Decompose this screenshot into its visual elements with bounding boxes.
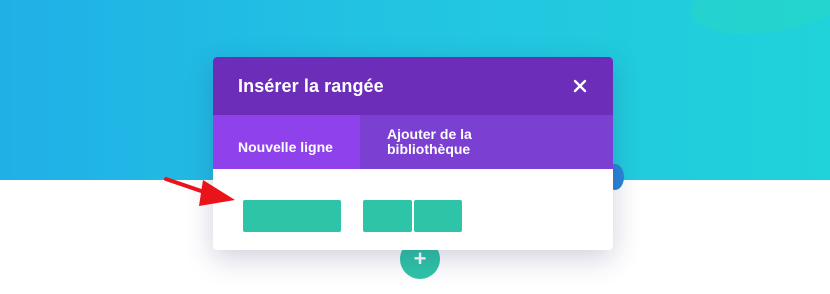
layout-two-columns[interactable] [363,200,462,232]
hero-decoration [684,0,830,48]
tab-new-row[interactable]: Nouvelle ligne [213,115,360,169]
builder-canvas: + Insérer la rangée Nouvelle ligne Ajout… [0,0,830,294]
red-arrow-icon [164,177,235,206]
modal-title: Insérer la rangée [238,76,384,96]
tab-library-label-line1: Ajouter de la [387,126,472,142]
tab-add-from-library[interactable]: Ajouter de la bibliothèque [387,115,537,169]
close-button[interactable] [567,73,593,99]
layout-column [243,200,341,232]
modal-tabs: Nouvelle ligne Ajouter de la bibliothèqu… [213,115,613,169]
layout-column [363,200,412,232]
insert-row-modal: Insérer la rangée Nouvelle ligne Ajouter… [213,57,613,250]
close-icon [573,79,587,93]
tab-new-row-label: Nouvelle ligne [238,139,333,155]
modal-header: Insérer la rangée [213,57,613,115]
layout-one-column[interactable] [243,200,341,232]
layout-column [413,200,462,232]
tab-library-label-line2: bibliothèque [387,141,471,157]
row-layouts [213,169,613,250]
